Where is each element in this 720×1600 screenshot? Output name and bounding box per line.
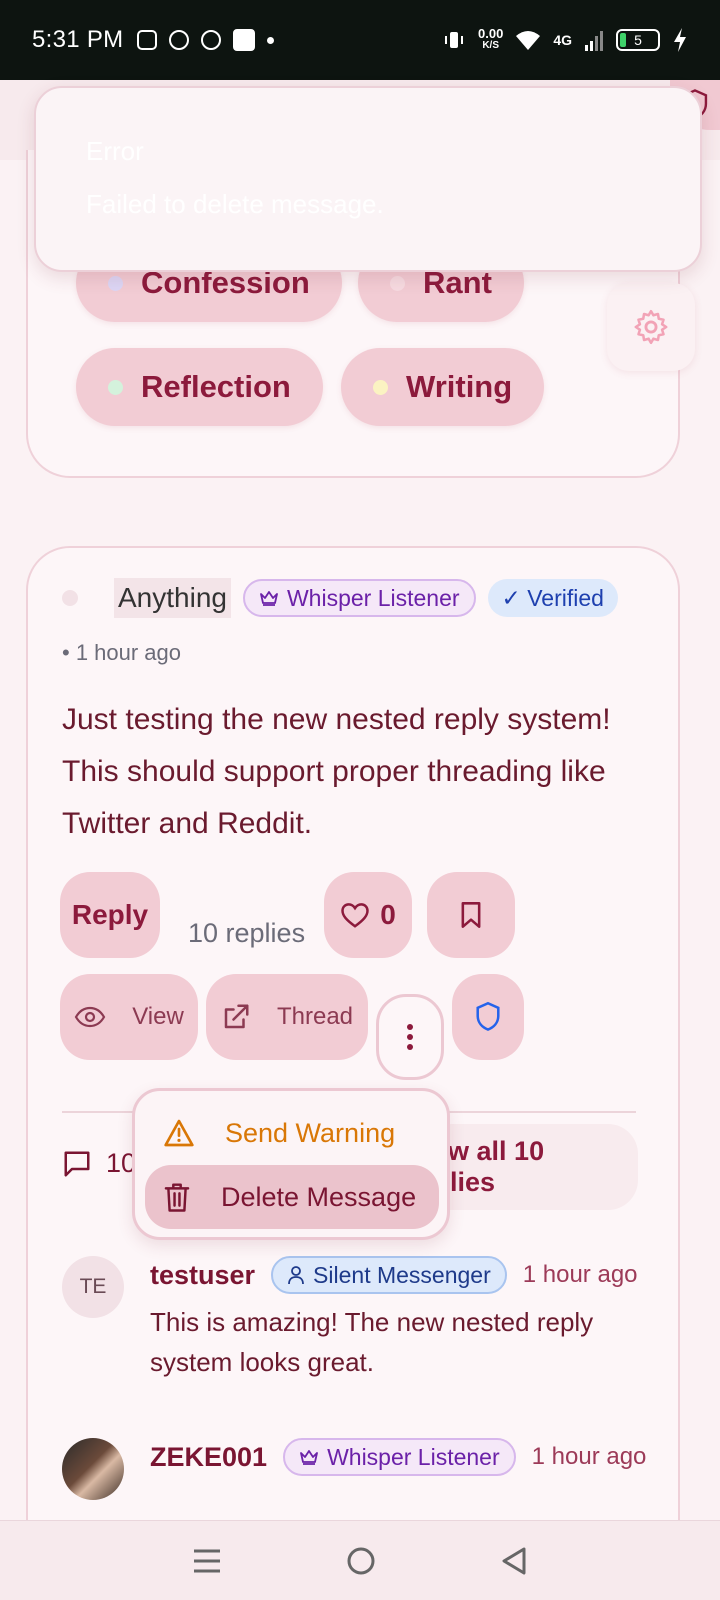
reply-author[interactable]: ZEKE001 bbox=[150, 1442, 267, 1473]
menu-item-label: Send Warning bbox=[225, 1117, 396, 1148]
post-time: • 1 hour ago bbox=[62, 640, 182, 665]
view-button[interactable]: View bbox=[60, 974, 198, 1060]
messenger-icon bbox=[201, 30, 222, 50]
instagram-icon bbox=[137, 30, 158, 50]
badge-label: Whisper Listener bbox=[327, 1443, 500, 1470]
notification-icons bbox=[137, 29, 275, 51]
category-label: Reflection bbox=[141, 369, 291, 404]
home-icon[interactable] bbox=[346, 1546, 376, 1576]
more-notifications-dot bbox=[267, 36, 275, 44]
charging-icon bbox=[674, 28, 686, 52]
toast-message: Failed to delete message. bbox=[86, 189, 384, 219]
speed-unit: K/S bbox=[482, 40, 499, 51]
reply-author[interactable]: testuser bbox=[150, 1260, 255, 1291]
speed-value: 0.00 bbox=[478, 26, 504, 41]
signal-icon bbox=[585, 31, 603, 51]
bookmark-icon bbox=[461, 902, 481, 928]
more-options-button[interactable] bbox=[376, 994, 444, 1080]
thread-label: Thread bbox=[276, 1003, 354, 1030]
whisper-listener-badge: Whisper Listener bbox=[283, 1438, 516, 1476]
status-bar: 5:31 PM 0.00 K/S 4G 5 bbox=[0, 0, 720, 80]
facebook-icon bbox=[169, 30, 190, 50]
badge-label: Whisper Listener bbox=[286, 584, 460, 611]
whisper-listener-badge: Whisper Listener bbox=[242, 579, 476, 617]
error-toast[interactable]: Error Failed to delete message. bbox=[34, 86, 702, 272]
reply-button[interactable]: Reply bbox=[60, 872, 160, 958]
send-warning-menu-item[interactable]: Send Warning bbox=[145, 1101, 439, 1165]
avatar[interactable] bbox=[62, 1438, 124, 1500]
message-card: Anything Whisper Listener ✓ Verified • 1… bbox=[26, 546, 680, 1600]
category-dot bbox=[108, 379, 123, 395]
recent-apps-icon[interactable] bbox=[192, 1547, 222, 1575]
post-body: Just testing the new nested reply system… bbox=[62, 703, 611, 840]
like-button[interactable]: 0 bbox=[324, 872, 412, 958]
network-type: 4G bbox=[553, 32, 572, 48]
silent-messenger-badge: Silent Messenger bbox=[271, 1256, 507, 1294]
status-time: 5:31 PM bbox=[32, 26, 124, 53]
system-icons: 0.00 K/S 4G 5 bbox=[442, 26, 688, 52]
reply-label: Reply bbox=[71, 899, 149, 930]
reply-item: ZEKE001 Whisper Listener 1 hour ago bbox=[62, 1438, 646, 1500]
wifi-icon bbox=[516, 31, 541, 50]
category-dot bbox=[108, 275, 123, 291]
category-dot bbox=[390, 275, 405, 291]
thread-button[interactable]: Thread bbox=[206, 974, 368, 1060]
verified-badge: ✓ Verified bbox=[487, 579, 618, 617]
toast-title: Error bbox=[86, 136, 144, 166]
heart-icon bbox=[341, 903, 369, 928]
crown-icon bbox=[300, 1450, 318, 1465]
trash-icon bbox=[164, 1183, 190, 1212]
warning-icon bbox=[164, 1119, 194, 1147]
eye-icon bbox=[74, 1006, 106, 1028]
comment-icon bbox=[64, 1151, 90, 1176]
app-notification-icon bbox=[233, 29, 256, 51]
bookmark-button[interactable] bbox=[427, 872, 515, 958]
shield-icon bbox=[476, 1001, 500, 1031]
reply-time: 1 hour ago bbox=[531, 1443, 647, 1470]
more-vertical-icon bbox=[407, 1024, 413, 1050]
likes-count: 0 bbox=[380, 899, 396, 930]
user-icon bbox=[288, 1266, 304, 1285]
post-header: Anything Whisper Listener ✓ Verified bbox=[62, 578, 618, 618]
network-speed: 0.00 K/S bbox=[478, 26, 504, 52]
moderate-button[interactable] bbox=[452, 974, 524, 1060]
back-icon[interactable] bbox=[500, 1546, 528, 1576]
reply-item: TE testuser Silent Messenger 1 hour ago … bbox=[62, 1256, 638, 1382]
avatar[interactable]: TE bbox=[62, 1256, 124, 1318]
author-avatar-dot bbox=[62, 590, 78, 606]
settings-button[interactable] bbox=[607, 283, 695, 371]
vibrate-icon bbox=[445, 32, 463, 48]
crown-icon bbox=[260, 591, 278, 606]
reply-text: This is amazing! The new nested reply sy… bbox=[150, 1307, 594, 1377]
battery-level: 5 bbox=[634, 32, 642, 48]
comments-summary: 10 bbox=[62, 1148, 136, 1179]
more-options-menu: Send Warning Delete Message bbox=[132, 1088, 450, 1240]
menu-item-label: Delete Message bbox=[221, 1181, 417, 1212]
category-dot bbox=[373, 379, 388, 395]
category-chip-reflection[interactable]: Reflection bbox=[76, 348, 323, 426]
category-chip-writing[interactable]: Writing bbox=[341, 348, 545, 426]
battery-icon: 5 bbox=[616, 29, 660, 51]
delete-message-menu-item[interactable]: Delete Message bbox=[145, 1165, 439, 1229]
badge-label: Silent Messenger bbox=[313, 1261, 491, 1288]
view-label: View bbox=[132, 1003, 184, 1030]
system-nav-bar bbox=[0, 1520, 720, 1600]
gear-icon bbox=[634, 309, 668, 345]
reply-time: 1 hour ago bbox=[522, 1261, 638, 1288]
post-author[interactable]: Anything bbox=[114, 578, 231, 618]
category-label: Writing bbox=[406, 369, 513, 404]
external-link-icon bbox=[224, 1004, 249, 1029]
replies-count[interactable]: 10 replies bbox=[188, 918, 305, 949]
